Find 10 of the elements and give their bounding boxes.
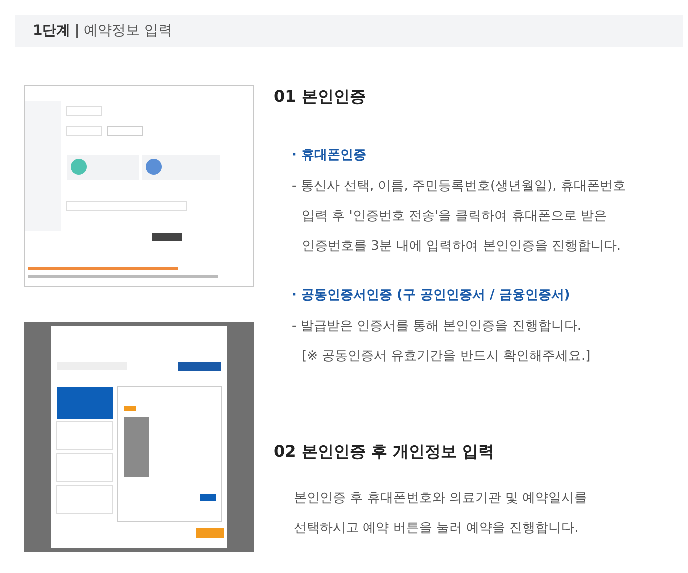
separator: | bbox=[74, 23, 80, 39]
description: - 발급받은 인증서를 통해 본인인증을 진행합니다. [※ 공동인증서 유효기간을 반드시 확인해주세요.] bbox=[292, 318, 592, 366]
description: - 통신사 선택, 이름, 주민등록번호(생년월일), 휴대폰번호 입력 후 '인증번호 전송'을 클릭하여 휴대폰으로 받은 인증번호를 3분 내에 입력하여 본인인증을 진행합니다. bbox=[292, 178, 627, 256]
section-title: 02 본인인증 후 개인정보 입력 bbox=[274, 442, 496, 463]
method-title: · 공동인증서인증 (구 공인인증서 / 금융인증서) bbox=[292, 287, 572, 304]
description: 본인인증 후 휴대폰번호와 의료기관 및 예약일시를 선택하시고 예약 버튼을 눌러 예약을 진행합니다. bbox=[294, 490, 589, 538]
method-title: · 휴대폰인증 bbox=[292, 147, 368, 164]
step-title: 예약정보 입력 bbox=[84, 22, 172, 40]
section-title: 01 본인인증 bbox=[274, 87, 367, 108]
step-label: 1단계 bbox=[33, 22, 71, 40]
